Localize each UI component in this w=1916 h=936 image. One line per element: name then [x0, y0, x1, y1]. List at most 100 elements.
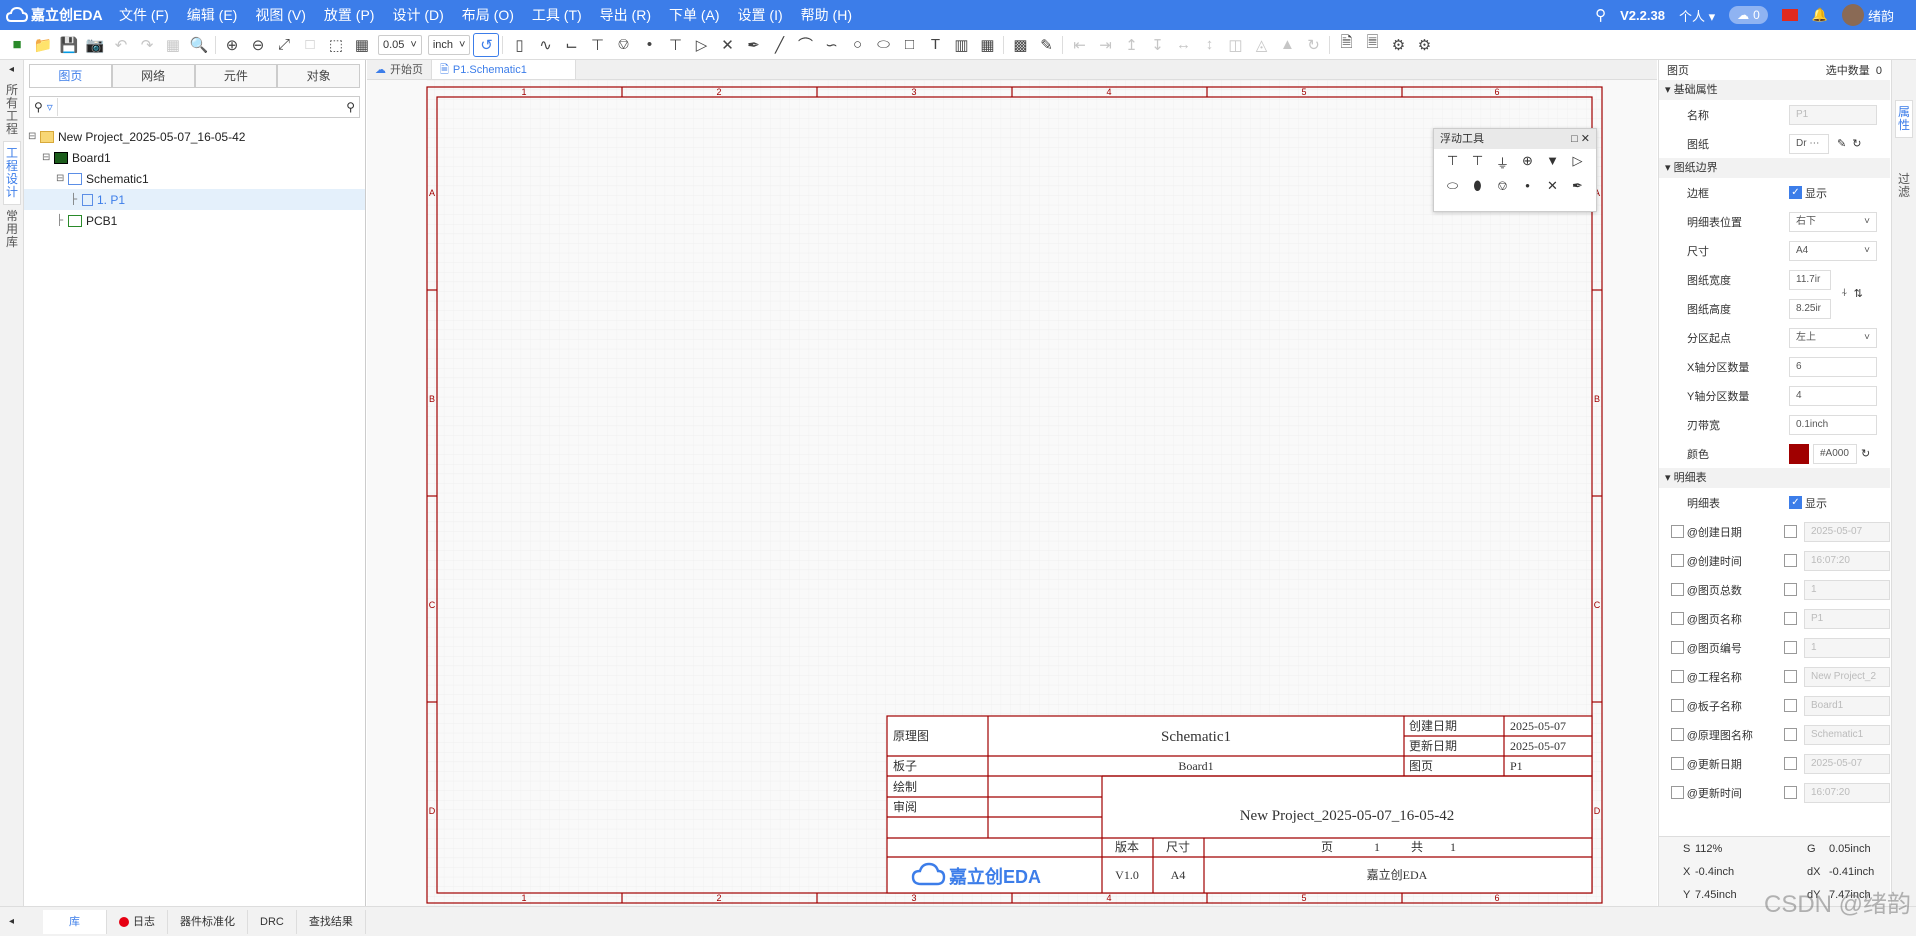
- tab-objects[interactable]: 对象: [277, 64, 360, 87]
- unit-select[interactable]: inch ˅: [427, 34, 471, 55]
- user-menu[interactable]: 绪韵: [1841, 4, 1894, 26]
- menu-item[interactable]: 导出 (R): [591, 0, 660, 30]
- menu-item[interactable]: 下单 (A): [660, 0, 729, 30]
- zoom-out-icon[interactable]: ⊖: [245, 33, 271, 57]
- output-port-icon[interactable]: ⬮: [1465, 178, 1490, 194]
- junction-icon[interactable]: •: [636, 33, 662, 57]
- align-left-icon[interactable]: ⇤: [1066, 33, 1092, 57]
- tab-find-results[interactable]: 查找结果: [297, 909, 366, 934]
- tree-item-pcb[interactable]: ├ PCB1: [24, 210, 365, 231]
- detail-value-checkbox[interactable]: [1784, 670, 1797, 683]
- save-all-icon[interactable]: 📷: [82, 33, 108, 57]
- tree-item-project[interactable]: ⊟ New Project_2025-05-07_16-05-42: [24, 126, 365, 147]
- detail-value-checkbox[interactable]: [1784, 786, 1797, 799]
- detail-checkbox[interactable]: ✓: [1789, 496, 1802, 509]
- distribute-h-icon[interactable]: ◫: [1222, 33, 1248, 57]
- netflag-icon[interactable]: ⊤: [662, 33, 688, 57]
- menu-item[interactable]: 设计 (D): [383, 0, 452, 30]
- component-icon[interactable]: ▯: [506, 33, 532, 57]
- xzones-input[interactable]: 6: [1789, 356, 1877, 377]
- detail-field-checkbox[interactable]: [1671, 641, 1684, 654]
- detail-field-value[interactable]: Schematic1: [1804, 724, 1890, 745]
- align-hcenter-icon[interactable]: ↔: [1170, 33, 1196, 57]
- detail-field-value[interactable]: 2025-05-07: [1804, 753, 1890, 774]
- width-input[interactable]: 11.7ir: [1789, 269, 1831, 290]
- menu-item[interactable]: 布局 (O): [453, 0, 523, 30]
- menu-item[interactable]: 放置 (P): [315, 0, 384, 30]
- menu-item[interactable]: 设置 (I): [729, 0, 792, 30]
- search-input[interactable]: [56, 98, 342, 116]
- detail-field-value[interactable]: 2025-05-07: [1804, 521, 1890, 542]
- menu-item[interactable]: 工具 (T): [523, 0, 591, 30]
- probe-icon[interactable]: ✒: [1565, 178, 1590, 194]
- detail-field-value[interactable]: New Project_2: [1804, 666, 1890, 687]
- power-icon[interactable]: ⊤: [1465, 153, 1490, 172]
- new-icon[interactable]: ■: [4, 33, 30, 57]
- tab-start-page[interactable]: ☁ 开始页: [367, 60, 432, 79]
- tab-project-design[interactable]: 工程设计: [3, 141, 21, 205]
- find-icon[interactable]: 🔍: [186, 33, 212, 57]
- netlabel-icon[interactable]: ⎊: [610, 33, 636, 57]
- netlist-icon[interactable]: 🗏: [1359, 33, 1385, 57]
- junction-icon[interactable]: •: [1515, 178, 1540, 194]
- detail-field-checkbox[interactable]: [1671, 612, 1684, 625]
- color-input[interactable]: #A000: [1813, 443, 1857, 464]
- app-logo[interactable]: 嘉立创EDA: [0, 5, 110, 25]
- grid-size-select[interactable]: 0.05 ˅: [378, 34, 422, 55]
- signal-ground-icon[interactable]: ▼: [1540, 153, 1565, 172]
- component-manager-icon[interactable]: ▩: [1007, 33, 1033, 57]
- menu-item[interactable]: 文件 (F): [110, 0, 178, 30]
- section-border[interactable]: ▾ 图纸边界: [1659, 158, 1890, 178]
- section-basic[interactable]: ▾ 基础属性: [1659, 80, 1890, 100]
- align-right-icon[interactable]: ⇥: [1092, 33, 1118, 57]
- tree-item-schematic[interactable]: ⊟ Schematic1: [24, 168, 365, 189]
- size-select[interactable]: A4 ˅: [1789, 240, 1877, 261]
- bezier-icon[interactable]: ∽: [818, 33, 844, 57]
- tab-all-projects[interactable]: 所有工程: [3, 79, 21, 141]
- prop-value-sheet[interactable]: Dr ⋯: [1789, 133, 1829, 154]
- collapse-toggle-icon[interactable]: ⊟: [42, 152, 54, 163]
- collapse-arrow-icon[interactable]: ◂: [0, 916, 23, 927]
- circle-icon[interactable]: ○: [844, 33, 870, 57]
- band-input[interactable]: 0.1inch: [1789, 414, 1877, 435]
- bell-icon[interactable]: 🔔: [1812, 7, 1828, 23]
- detail-field-value[interactable]: P1: [1804, 608, 1890, 629]
- refresh-icon[interactable]: ↻: [1861, 447, 1870, 460]
- detail-value-checkbox[interactable]: [1784, 612, 1797, 625]
- group-icon[interactable]: ▦: [160, 33, 186, 57]
- tab-drc[interactable]: DRC: [248, 909, 297, 934]
- circle-plus-icon[interactable]: ⊕: [1515, 153, 1540, 172]
- tab-common-library[interactable]: 常用库: [3, 205, 21, 254]
- tree-item-page[interactable]: ├ 1. P1: [24, 189, 365, 210]
- detail-field-checkbox[interactable]: [1671, 583, 1684, 596]
- detail-value-checkbox[interactable]: [1784, 699, 1797, 712]
- close-icon[interactable]: ✕: [1581, 133, 1590, 145]
- detail-value-checkbox[interactable]: [1784, 641, 1797, 654]
- flip-icon[interactable]: ▲: [1274, 33, 1300, 57]
- input-port-icon[interactable]: ⬭: [1440, 178, 1465, 194]
- polyline-icon[interactable]: ⌒: [792, 33, 818, 57]
- language-flag-icon[interactable]: [1781, 9, 1798, 21]
- snap-icon[interactable]: ↺: [473, 32, 500, 57]
- yzones-input[interactable]: 4: [1789, 385, 1877, 406]
- detail-field-value[interactable]: 16:07:20: [1804, 550, 1890, 571]
- maximize-icon[interactable]: □: [1571, 133, 1578, 145]
- no-connect-icon[interactable]: ✕: [714, 33, 740, 57]
- align-vcenter-icon[interactable]: ↕: [1196, 33, 1222, 57]
- floating-tool-panel[interactable]: 浮动工具 □ ✕ ⊤ ⊤ ⏚ ⊕ ▼ ▷ ⬭ ⬮ ⎊ • ✕ ✒: [1433, 128, 1597, 212]
- save-icon[interactable]: 💾: [56, 33, 82, 57]
- zoom-selection-icon[interactable]: ⬚: [323, 33, 349, 57]
- netlabel-icon[interactable]: ⎊: [1490, 178, 1515, 194]
- detail-field-checkbox[interactable]: [1671, 786, 1684, 799]
- align-bottom-icon[interactable]: ↧: [1144, 33, 1170, 57]
- menu-item[interactable]: 编辑 (E): [178, 0, 247, 30]
- rotate-icon[interactable]: ↻: [1300, 33, 1326, 57]
- collapse-toggle-icon[interactable]: ⊟: [56, 173, 68, 184]
- detail-value-checkbox[interactable]: [1784, 583, 1797, 596]
- detail-value-checkbox[interactable]: [1784, 757, 1797, 770]
- table-icon[interactable]: ▦: [974, 33, 1000, 57]
- netport-icon[interactable]: ▷: [688, 33, 714, 57]
- detail-value-checkbox[interactable]: [1784, 554, 1797, 567]
- zoom-area-icon[interactable]: □: [297, 33, 323, 57]
- distribute-v-icon[interactable]: ◬: [1248, 33, 1274, 57]
